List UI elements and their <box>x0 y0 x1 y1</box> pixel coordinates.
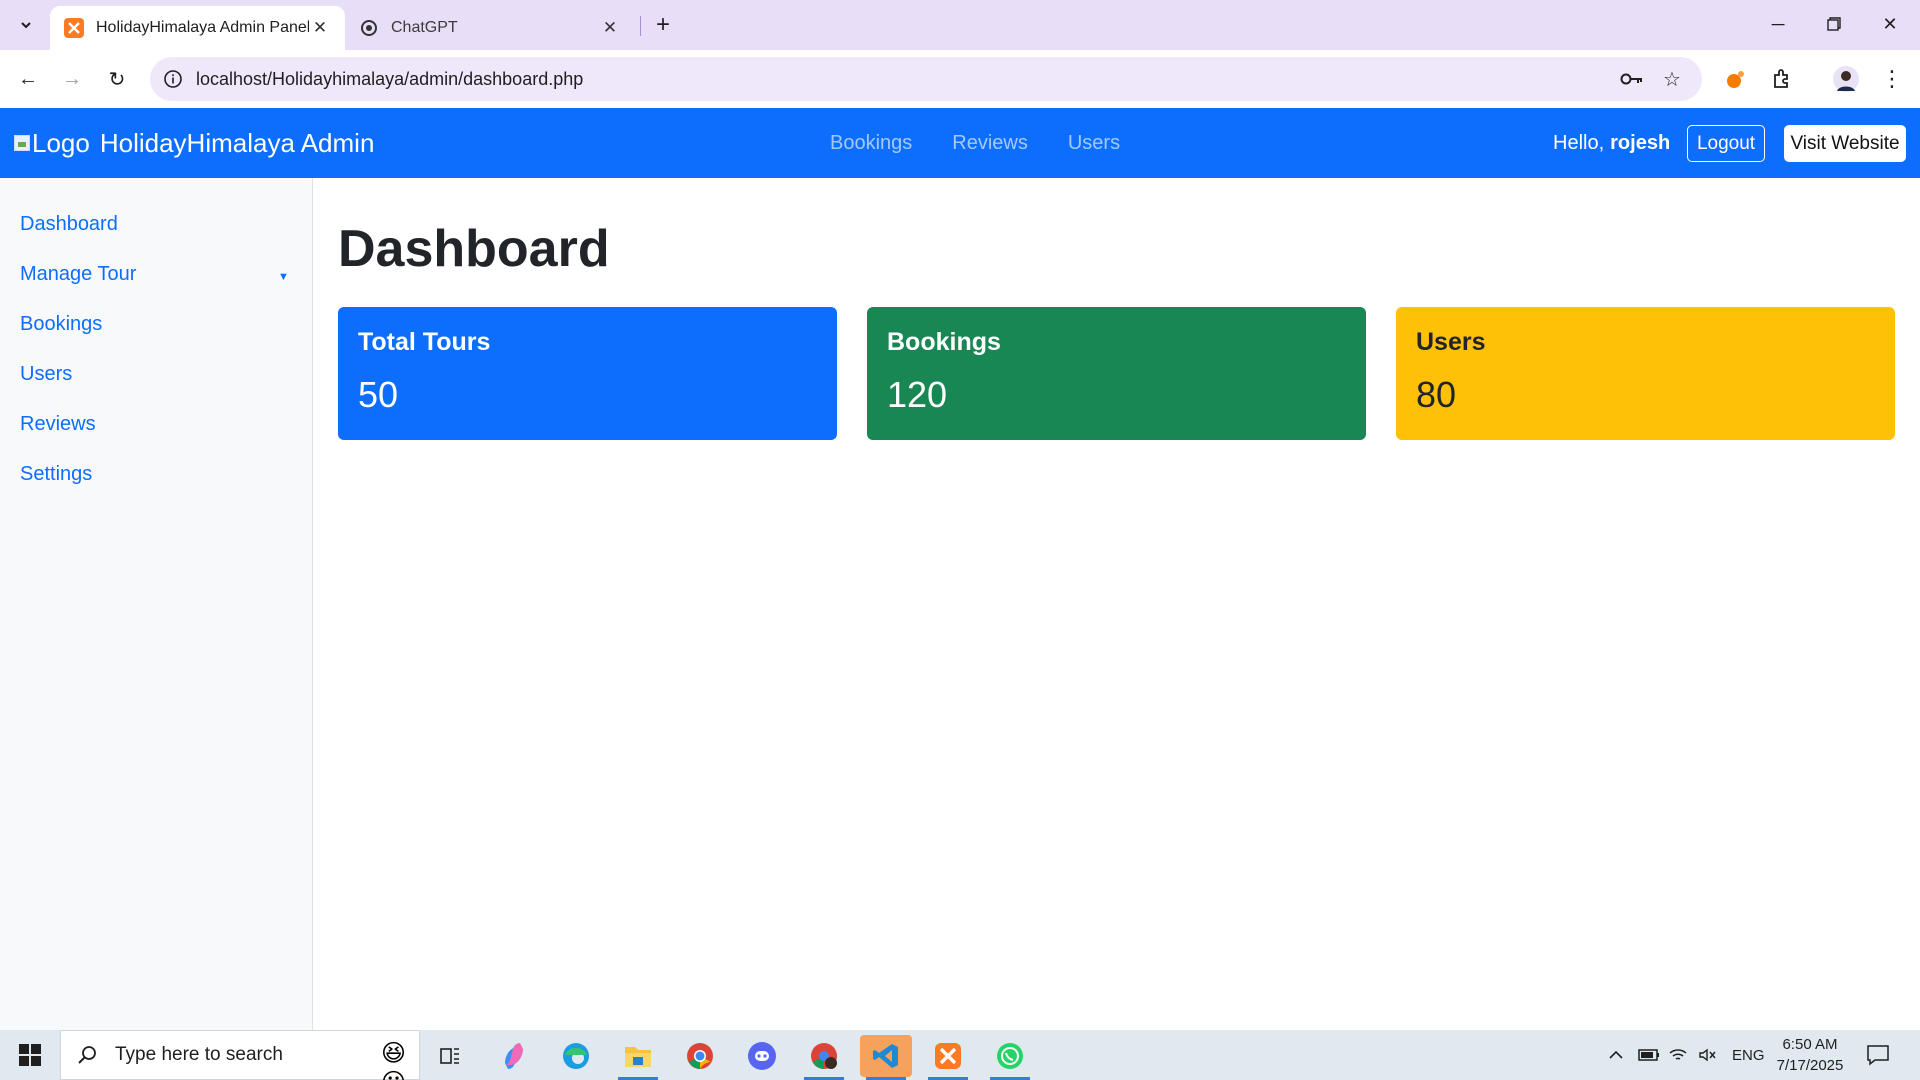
password-key-icon[interactable] <box>1620 67 1644 91</box>
tab-title: ChatGPT <box>391 19 458 36</box>
chatgpt-favicon-icon <box>359 18 379 38</box>
brand[interactable]: Logo HolidayHimalaya Admin <box>14 108 374 178</box>
stat-card-label: Bookings <box>887 328 1001 356</box>
browser-toolbar: ← → ↻ localhost/Holidayhimalaya/admin/da… <box>0 50 1920 108</box>
sidebar-item-reviews[interactable]: Reviews <box>20 409 96 439</box>
file-explorer-icon[interactable] <box>612 1035 664 1080</box>
wifi-icon[interactable] <box>1668 1030 1688 1080</box>
copilot-icon[interactable] <box>488 1035 540 1077</box>
tab-holidayhimalaya-admin[interactable]: HolidayHimalaya Admin Panel ✕ <box>50 6 345 50</box>
stat-card-bookings: Bookings 120 <box>867 307 1366 440</box>
extension-icon[interactable] <box>1720 63 1752 95</box>
close-icon: ✕ <box>1882 13 1898 34</box>
arrow-right-icon: → <box>62 67 82 90</box>
language-indicator[interactable]: ENG <box>1732 1030 1765 1080</box>
admin-navbar: Logo HolidayHimalaya Admin Bookings Revi… <box>0 108 1920 178</box>
stat-card-users: Users 80 <box>1396 307 1895 440</box>
sidebar-item-users[interactable]: Users <box>20 359 72 389</box>
username: rojesh <box>1610 131 1671 154</box>
xampp-favicon-icon <box>64 18 84 38</box>
chrome-profile-icon[interactable] <box>798 1035 850 1080</box>
brand-name: HolidayHimalaya Admin <box>99 127 375 158</box>
sidebar-item-bookings[interactable]: Bookings <box>20 309 102 339</box>
logout-button[interactable]: Logout <box>1687 125 1765 162</box>
user-greeting: Hello, rojesh <box>1553 108 1670 178</box>
windows-taskbar: Type here to search 😆😐😍 <box>0 1030 1920 1080</box>
minimize-icon: ─ <box>1771 13 1785 34</box>
arrow-left-icon: ← <box>18 67 38 90</box>
top-nav-links: Bookings Reviews Users <box>830 108 1160 178</box>
search-placeholder: Type here to search <box>115 1044 283 1065</box>
reload-icon: ↻ <box>108 68 126 91</box>
discord-icon[interactable] <box>736 1035 788 1077</box>
start-button[interactable] <box>0 1030 60 1080</box>
nav-link-users[interactable]: Users <box>1068 132 1120 155</box>
emoji-highlight-icon: 😆😐😍 <box>381 1040 406 1080</box>
sidebar-item-manage-tour[interactable]: Manage Tour <box>20 259 136 289</box>
xampp-icon[interactable] <box>922 1035 974 1080</box>
nav-link-bookings[interactable]: Bookings <box>830 132 912 155</box>
tab-search-button[interactable] <box>10 10 42 40</box>
notifications-icon[interactable] <box>1866 1030 1890 1080</box>
volume-muted-icon[interactable] <box>1698 1030 1718 1080</box>
clock[interactable]: 6:50 AM 7/17/2025 <box>1770 1034 1850 1076</box>
browser-tab-strip: HolidayHimalaya Admin Panel ✕ ChatGPT ✕ … <box>0 0 1920 50</box>
main-content: Dashboard Total Tours 50 Bookings 120 Us… <box>313 178 1920 1030</box>
sidebar-item-dashboard[interactable]: Dashboard <box>20 209 118 239</box>
stat-card-value: 50 <box>358 374 399 415</box>
restore-icon <box>1827 17 1841 31</box>
broken-image-icon <box>14 135 30 151</box>
greeting-text: Hello, <box>1553 131 1605 154</box>
back-button[interactable]: ← <box>12 63 44 95</box>
stat-card-total-tours: Total Tours 50 <box>338 307 837 440</box>
windows-logo-icon <box>19 1044 41 1066</box>
profile-avatar[interactable] <box>1830 63 1862 95</box>
close-window-button[interactable]: ✕ <box>1862 0 1918 48</box>
stat-card-label: Users <box>1416 328 1486 356</box>
chevron-down-icon <box>21 22 31 29</box>
whatsapp-icon[interactable] <box>984 1035 1036 1080</box>
sidebar-item-settings[interactable]: Settings <box>20 459 92 489</box>
clock-time: 6:50 AM <box>1782 1036 1838 1053</box>
tab-chatgpt[interactable]: ChatGPT ✕ <box>345 6 635 50</box>
clock-date: 7/17/2025 <box>1776 1057 1844 1074</box>
restore-button[interactable] <box>1806 0 1862 48</box>
sidebar: Dashboard Manage Tour Bookings Users Rev… <box>0 178 313 1030</box>
new-tab-button[interactable]: + <box>648 10 678 40</box>
site-info-icon[interactable] <box>162 68 184 90</box>
extensions-puzzle-icon[interactable] <box>1766 63 1798 95</box>
bookmark-star-icon[interactable]: ☆ <box>1660 67 1684 91</box>
url-text[interactable]: localhost/Holidayhimalaya/admin/dashboar… <box>196 57 583 101</box>
close-tab-icon[interactable]: ✕ <box>309 17 331 39</box>
minimize-button[interactable]: ─ <box>1750 0 1806 48</box>
close-tab-icon[interactable]: ✕ <box>599 17 621 39</box>
stat-card-value: 80 <box>1416 374 1457 415</box>
reload-button[interactable]: ↻ <box>101 63 133 95</box>
address-bar[interactable]: localhost/Holidayhimalaya/admin/dashboar… <box>150 57 1702 101</box>
tab-title: HolidayHimalaya Admin Panel <box>96 19 309 36</box>
task-view-icon[interactable] <box>424 1035 476 1077</box>
vscode-icon[interactable] <box>860 1035 912 1080</box>
browser-menu-icon[interactable]: ⋮ <box>1876 63 1908 95</box>
stat-card-value: 120 <box>887 374 948 415</box>
tray-overflow-icon[interactable] <box>1608 1030 1624 1080</box>
edge-browser-icon[interactable] <box>550 1035 602 1077</box>
brand-logo: Logo <box>14 128 90 159</box>
visit-website-button[interactable]: Visit Website <box>1784 125 1906 162</box>
tab-separator <box>640 16 641 36</box>
nav-link-reviews[interactable]: Reviews <box>952 132 1028 155</box>
caret-down-icon[interactable]: ▼ <box>278 271 289 283</box>
forward-button[interactable]: → <box>56 63 88 95</box>
chrome-icon[interactable] <box>674 1035 726 1077</box>
page-title: Dashboard <box>338 220 610 278</box>
logo-alt-text: Logo <box>32 127 90 158</box>
stat-card-label: Total Tours <box>358 328 491 356</box>
taskbar-search[interactable]: Type here to search 😆😐😍 <box>60 1030 420 1080</box>
plus-icon: + <box>655 11 670 38</box>
battery-icon[interactable] <box>1638 1030 1660 1080</box>
search-icon <box>78 1046 96 1064</box>
